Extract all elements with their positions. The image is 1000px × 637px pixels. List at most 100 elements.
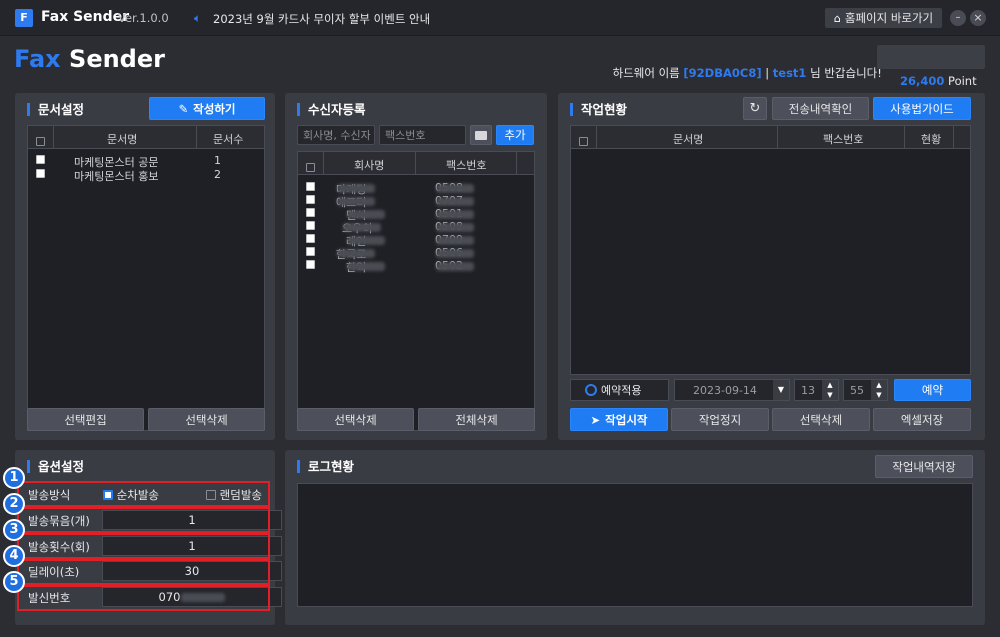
edit-icon: ✎ xyxy=(178,101,189,116)
chevron-down-icon[interactable]: ▼ xyxy=(773,380,789,400)
close-button[interactable]: × xyxy=(970,10,986,26)
stepper-arrows-icon[interactable]: ▲ ▼ xyxy=(871,380,887,400)
company-cell: 한익 xyxy=(346,259,385,274)
user-name: test1 xyxy=(772,66,807,80)
row-checkbox[interactable] xyxy=(36,155,45,164)
table-row[interactable]: 레인 0709 xyxy=(298,233,534,248)
write-label: 작성하기 xyxy=(193,101,236,116)
receiver-panel-title: 수신자등록 xyxy=(297,103,366,116)
document-panel-title: 문서설정 xyxy=(27,103,84,116)
stepper-arrows-icon[interactable]: ▲ ▼ xyxy=(822,380,838,400)
homepage-label: 홈페이지 바로가기 xyxy=(844,11,934,25)
user-info: 하드웨어 이름 [92DBA0C8] | test1 님 반갑습니다! xyxy=(598,51,882,95)
receiver-list-header: 회사명 팩스번호 xyxy=(298,152,534,175)
guide-button[interactable]: 사용법가이드 xyxy=(873,97,971,120)
delete-selected-button[interactable]: 선택삭제 xyxy=(148,408,265,431)
select-all-checkbox[interactable] xyxy=(36,137,45,146)
work-panel: 작업현황 ↻ 전송내역확인 사용법가이드 문서명 팩스번호 현황 예약적용 20… xyxy=(558,93,985,440)
reserve-toggle[interactable]: 예약적용 xyxy=(570,379,669,401)
points-box: 26,400 Point xyxy=(877,45,985,88)
fax-cell: 0508 xyxy=(435,220,474,233)
reserve-button[interactable]: 예약 xyxy=(894,379,971,401)
work-panel-title: 작업현황 xyxy=(570,103,627,116)
edit-selected-button[interactable]: 선택편집 xyxy=(27,408,144,431)
delete-all-button[interactable]: 전체삭제 xyxy=(418,408,535,431)
company-cell: 멘시 xyxy=(346,207,385,222)
refresh-icon: ↻ xyxy=(749,101,761,116)
select-all-checkbox[interactable] xyxy=(579,137,588,146)
fax-cell: 0709 xyxy=(435,233,474,246)
row-checkbox[interactable] xyxy=(306,260,315,269)
company-cell: 에프터 xyxy=(336,194,375,209)
table-row[interactable]: 에프터 0707 xyxy=(298,194,534,209)
greeting: 님 반갑습니다! xyxy=(810,66,882,80)
receiver-panel: 수신자등록 회사명, 수신자 팩스번호 추가 회사명 팩스번호 마케팅0508 … xyxy=(285,93,547,440)
hour-stepper[interactable]: 13 ▲ ▼ xyxy=(794,379,839,401)
homepage-button[interactable]: ⌂ 홈페이지 바로가기 xyxy=(825,8,942,28)
col-status: 현황 xyxy=(921,133,942,146)
date-picker[interactable]: 2023-09-14 ▼ xyxy=(674,379,790,401)
folder-button[interactable] xyxy=(470,125,492,145)
refresh-button[interactable]: ↻ xyxy=(743,97,767,120)
stop-button[interactable]: 작업정지 xyxy=(671,408,769,431)
hw-id: [92DBA0C8] xyxy=(683,66,762,80)
col-doc-name: 문서명 xyxy=(107,133,138,146)
company-input[interactable]: 회사명, 수신자 xyxy=(297,125,375,145)
folder-icon xyxy=(475,130,487,140)
brand-sender: Sender xyxy=(60,45,165,73)
log-area[interactable] xyxy=(297,483,973,607)
fax-cell: 0506 xyxy=(435,246,474,259)
row-checkbox[interactable] xyxy=(306,221,315,230)
row-checkbox[interactable] xyxy=(306,234,315,243)
clock-icon xyxy=(585,384,597,396)
history-button[interactable]: 전송내역확인 xyxy=(772,97,869,120)
col-company: 회사명 xyxy=(354,159,385,172)
points-value: 26,400 xyxy=(900,74,945,88)
row-checkbox[interactable] xyxy=(306,182,315,191)
notice-text[interactable]: 2023년 9월 카드사 무이자 할부 이벤트 안내 xyxy=(213,11,430,27)
excel-save-button[interactable]: 엑셀저장 xyxy=(873,408,971,431)
step-badge: 3 xyxy=(3,519,25,541)
table-row[interactable]: 한국로 0506 xyxy=(298,246,534,261)
reserve-label: 예약적용 xyxy=(601,384,642,397)
minimize-button[interactable]: – xyxy=(950,10,966,26)
document-panel: 문서설정 ✎ 작성하기 문서명 문서수 마케팅몬스터 공문 1 마케팅몬스터 홍보… xyxy=(15,93,275,440)
table-row[interactable]: 멘시 0501 xyxy=(298,207,534,222)
row-checkbox[interactable] xyxy=(306,247,315,256)
home-icon: ⌂ xyxy=(833,11,841,25)
highlight-box xyxy=(17,481,270,507)
delete-selected-button[interactable]: 선택삭제 xyxy=(297,408,414,431)
col-fax: 팩스번호 xyxy=(446,159,487,172)
row-checkbox[interactable] xyxy=(306,195,315,204)
step-badge: 2 xyxy=(3,493,25,515)
add-button[interactable]: 추가 xyxy=(496,125,534,145)
col-fax: 팩스번호 xyxy=(823,133,864,146)
start-button[interactable]: ➤ 작업시작 xyxy=(570,408,668,431)
company-cell: 레인 xyxy=(346,233,385,248)
start-label: 작업시작 xyxy=(605,412,648,427)
step-badge: 1 xyxy=(3,467,25,489)
table-row[interactable]: 한익 0502 xyxy=(298,259,534,274)
save-log-button[interactable]: 작업내역저장 xyxy=(875,455,973,478)
step-badge: 4 xyxy=(3,545,25,567)
send-icon: ➤ xyxy=(590,412,601,427)
highlight-box xyxy=(17,559,270,585)
minute-value: 55 xyxy=(850,384,864,397)
list-item[interactable]: 마케팅몬스터 공문 1 xyxy=(28,154,264,169)
title-bar: F Fax Sender Ver.1.0.0 🔈︎ 2023년 9월 카드사 무… xyxy=(0,0,1000,36)
fax-input[interactable]: 팩스번호 xyxy=(379,125,466,145)
brand-fax: Fax xyxy=(14,45,61,73)
date-value: 2023-09-14 xyxy=(693,384,757,397)
col-doc-count: 문서수 xyxy=(213,133,244,146)
row-checkbox[interactable] xyxy=(306,208,315,217)
delete-selected-button[interactable]: 선택삭제 xyxy=(772,408,870,431)
table-row[interactable]: 마케팅 0508 xyxy=(298,181,534,196)
list-item[interactable]: 마케팅몬스터 홍보 2 xyxy=(28,168,264,183)
write-button[interactable]: ✎ 작성하기 xyxy=(149,97,265,120)
select-all-checkbox[interactable] xyxy=(306,163,315,172)
table-row[interactable]: 오우히 0508 xyxy=(298,220,534,235)
highlight-box xyxy=(17,507,270,533)
row-checkbox[interactable] xyxy=(36,169,45,178)
minute-stepper[interactable]: 55 ▲ ▼ xyxy=(843,379,888,401)
doc-count: 1 xyxy=(214,154,221,167)
